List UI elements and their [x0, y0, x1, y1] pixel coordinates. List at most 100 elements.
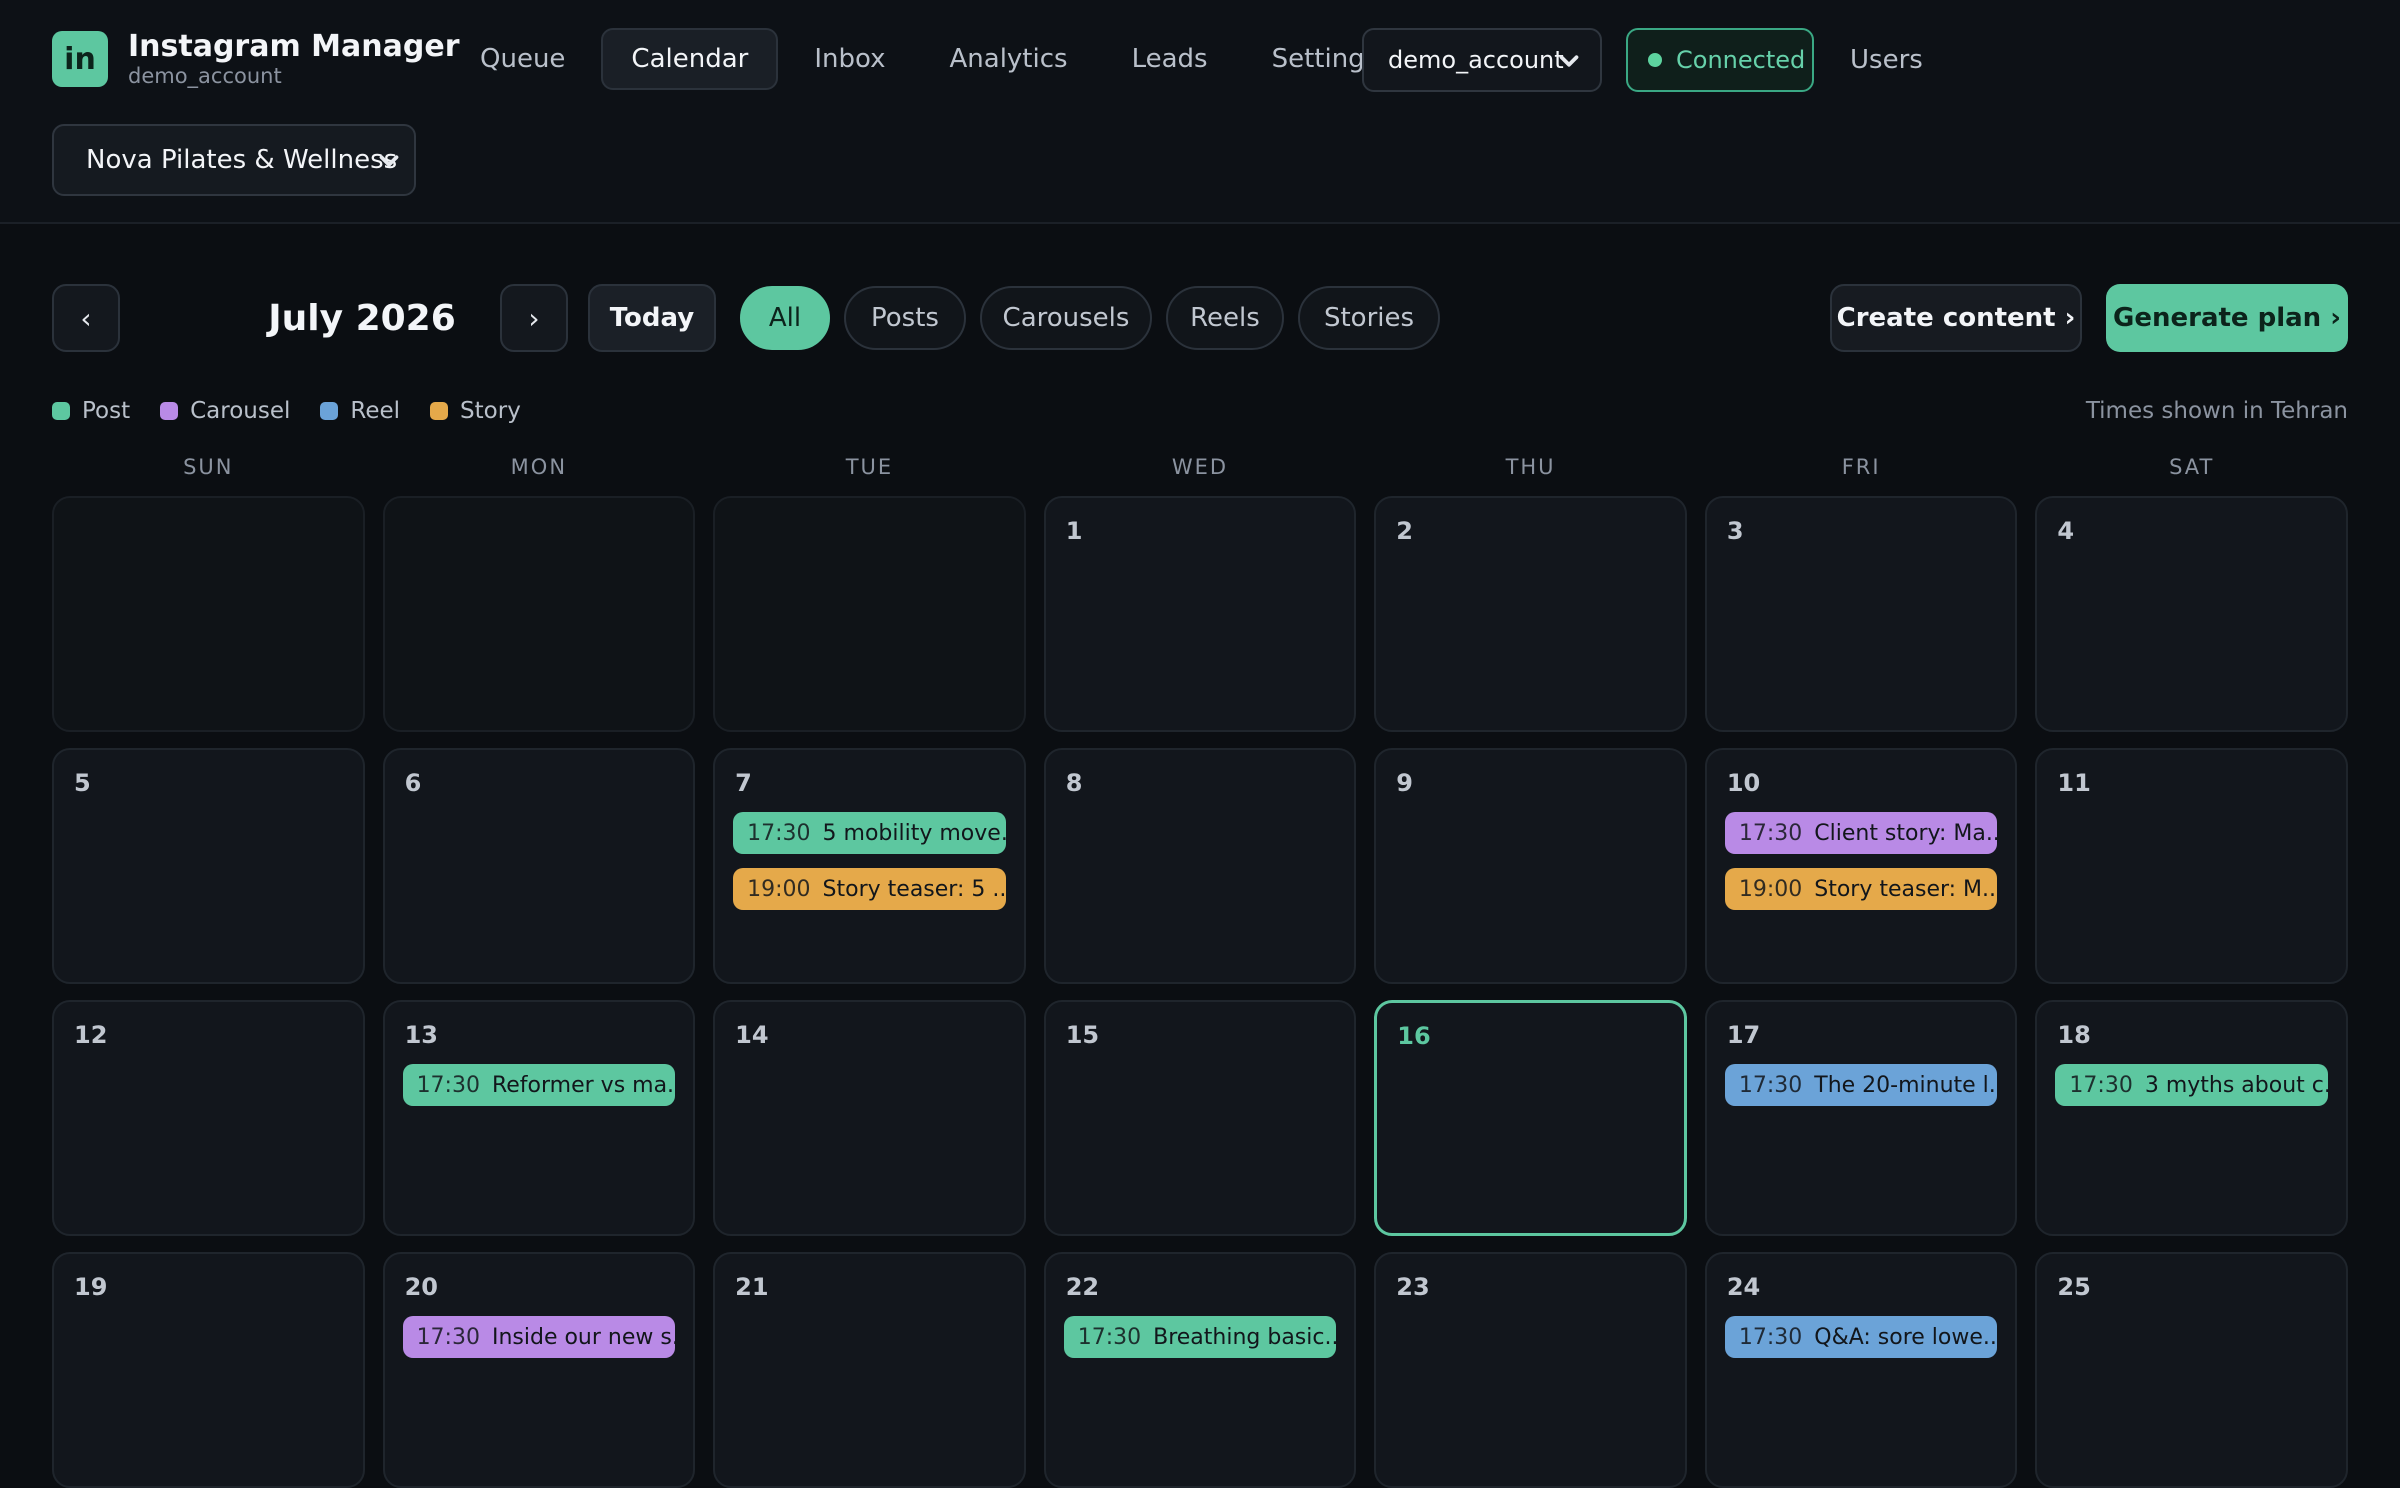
calendar-day-cell[interactable]: 16 — [1374, 1000, 1687, 1236]
calendar-day-cell[interactable]: 1 — [1043, 496, 1357, 732]
business-select[interactable]: Nova Pilates & Wellness — [52, 124, 416, 196]
event-title: Inside our new s... — [491, 1324, 676, 1350]
day-number: 10 — [1726, 769, 1761, 797]
event-time: 17:30 — [747, 820, 811, 846]
post-swatch-icon — [52, 402, 70, 420]
generate-plan-button[interactable]: Generate plan › — [2106, 284, 2348, 352]
nav-leads[interactable]: Leads — [1104, 28, 1236, 90]
calendar-day-cell[interactable]: 8 — [1043, 748, 1357, 984]
calendar-day-cell[interactable]: 13 17:30 Reformer vs ma... — [382, 1000, 696, 1236]
day-number: 18 — [2057, 1021, 2091, 1049]
legend-item-carousel: Carousel — [160, 398, 290, 424]
event-title: Q&A: sore lowe... — [1814, 1324, 1998, 1350]
scheduled-reel-event[interactable]: 17:30 The 20-minute l... — [1724, 1064, 1998, 1106]
account-select[interactable]: demo_account — [1362, 28, 1602, 92]
day-number: 15 — [1065, 1021, 1100, 1049]
calendar-day-cell[interactable]: 21 — [713, 1252, 1026, 1488]
calendar-day-cell[interactable]: 11 — [2035, 748, 2348, 984]
calendar-empty-cell — [713, 496, 1026, 732]
app-title: Instagram Manager — [128, 29, 460, 64]
brand[interactable]: in Instagram Manager demo_account — [52, 30, 460, 88]
filter-carousels[interactable]: Carousels — [980, 286, 1152, 350]
calendar-day-cell[interactable]: 14 — [713, 1000, 1026, 1236]
app-subtitle: demo_account — [128, 64, 282, 88]
calendar-day-cell[interactable]: 5 — [52, 748, 365, 984]
day-number: 8 — [1065, 769, 1083, 797]
event-time: 17:30 — [416, 1072, 480, 1098]
calendar-day-cell[interactable]: 24 17:30 Q&A: sore lowe... — [1704, 1252, 2018, 1488]
calendar-day-cell[interactable]: 23 — [1374, 1252, 1687, 1488]
nav-users[interactable]: Users — [1828, 28, 1945, 92]
calendar-day-cell[interactable]: 25 — [2035, 1252, 2348, 1488]
day-number: 16 — [1397, 1022, 1431, 1050]
calendar-day-cell[interactable]: 20 17:30 Inside our new s... — [382, 1252, 696, 1488]
day-number: 12 — [74, 1021, 108, 1049]
weekday-label: SAT — [2169, 455, 2215, 479]
calendar-day-cell[interactable]: 9 — [1374, 748, 1687, 984]
day-number: 3 — [1726, 517, 1744, 545]
day-number: 13 — [404, 1021, 438, 1049]
prev-month-button[interactable]: ‹ — [52, 284, 120, 352]
calendar-day-cell[interactable]: 2 — [1374, 496, 1687, 732]
day-number: 6 — [404, 769, 422, 797]
legend-label: Reel — [350, 398, 401, 424]
app-logo: in — [52, 31, 108, 87]
day-number: 24 — [1726, 1273, 1761, 1301]
reel-swatch-icon — [320, 402, 339, 420]
event-time: 19:00 — [747, 876, 811, 902]
calendar-toolbar: ‹ July 2026 › Today All Posts Carousels … — [52, 284, 2348, 352]
scheduled-story-event[interactable]: 19:00 Story teaser: M... — [1724, 868, 1998, 910]
event-title: Client story: Ma... — [1814, 820, 1998, 846]
scheduled-post-event[interactable]: 17:30 Breathing basic... — [1063, 1316, 1337, 1358]
scheduled-carousel-event[interactable]: 17:30 Inside our new s... — [402, 1316, 676, 1358]
nav-queue[interactable]: Queue — [452, 28, 593, 90]
scheduled-post-event[interactable]: 17:30 3 myths about c... — [2055, 1064, 2328, 1106]
calendar-grid: 1 2 3 4 5 6 7 17:30 5 mobility move... 19:00 Story… — [52, 496, 2348, 1488]
calendar-day-cell[interactable]: 4 — [2035, 496, 2348, 732]
filter-all[interactable]: All — [740, 286, 830, 350]
calendar-day-cell[interactable]: 15 — [1043, 1000, 1357, 1236]
filter-posts[interactable]: Posts — [844, 286, 966, 350]
scheduled-reel-event[interactable]: 17:30 Q&A: sore lowe... — [1724, 1316, 1998, 1358]
status-dot-icon — [1648, 53, 1662, 67]
scheduled-post-event[interactable]: 17:30 Reformer vs ma... — [402, 1064, 676, 1106]
event-time: 17:30 — [1077, 1324, 1142, 1350]
day-number: 7 — [735, 769, 752, 797]
weekday-header-row: SUN MON TUE WED THU FRI SAT — [52, 450, 2348, 484]
legend-label: Carousel — [190, 398, 291, 424]
day-number: 21 — [735, 1273, 769, 1301]
calendar-day-cell[interactable]: 12 — [52, 1000, 365, 1236]
connection-status-badge: Connected — [1626, 28, 1814, 92]
calendar-page: in Instagram Manager demo_account Queue … — [0, 0, 2400, 1488]
calendar-day-cell[interactable]: 17 17:30 The 20-minute l... — [1704, 1000, 2018, 1236]
scheduled-post-event[interactable]: 17:30 5 mobility move... — [733, 812, 1006, 854]
calendar-day-cell[interactable]: 7 17:30 5 mobility move... 19:00 Story tease… — [713, 748, 1026, 984]
calendar-day-cell[interactable]: 22 17:30 Breathing basic... — [1043, 1252, 1357, 1488]
filter-stories[interactable]: Stories — [1298, 286, 1440, 350]
day-number: 23 — [1396, 1273, 1430, 1301]
scheduled-story-event[interactable]: 19:00 Story teaser: 5 ... — [733, 868, 1006, 910]
calendar-day-cell[interactable]: 3 — [1704, 496, 2018, 732]
calendar-day-cell[interactable]: 10 17:30 Client story: Ma... 19:00 Story tea… — [1704, 748, 2018, 984]
event-time: 17:30 — [1738, 1324, 1803, 1350]
legend-item-post: Post — [52, 398, 130, 424]
today-button[interactable]: Today — [588, 284, 716, 352]
nav-inbox[interactable]: Inbox — [786, 28, 913, 90]
business-select-value: Nova Pilates & Wellness — [86, 145, 398, 175]
legend-label: Post — [82, 398, 131, 424]
event-title: 3 myths about c... — [2144, 1072, 2328, 1098]
day-number: 9 — [1396, 769, 1413, 797]
nav-analytics[interactable]: Analytics — [922, 28, 1096, 90]
calendar-day-cell[interactable]: 18 17:30 3 myths about c... — [2035, 1000, 2348, 1236]
next-month-button[interactable]: › — [500, 284, 568, 352]
scheduled-carousel-event[interactable]: 17:30 Client story: Ma... — [1724, 812, 1998, 854]
calendar-day-cell[interactable]: 19 — [52, 1252, 365, 1488]
create-content-button[interactable]: Create content › — [1830, 284, 2082, 352]
nav-calendar[interactable]: Calendar — [601, 28, 779, 90]
weekday-label: SUN — [183, 455, 234, 479]
day-number: 17 — [1726, 1021, 1761, 1049]
chevron-down-icon — [379, 155, 399, 167]
day-number: 19 — [74, 1273, 108, 1301]
calendar-day-cell[interactable]: 6 — [382, 748, 696, 984]
filter-reels[interactable]: Reels — [1166, 286, 1284, 350]
